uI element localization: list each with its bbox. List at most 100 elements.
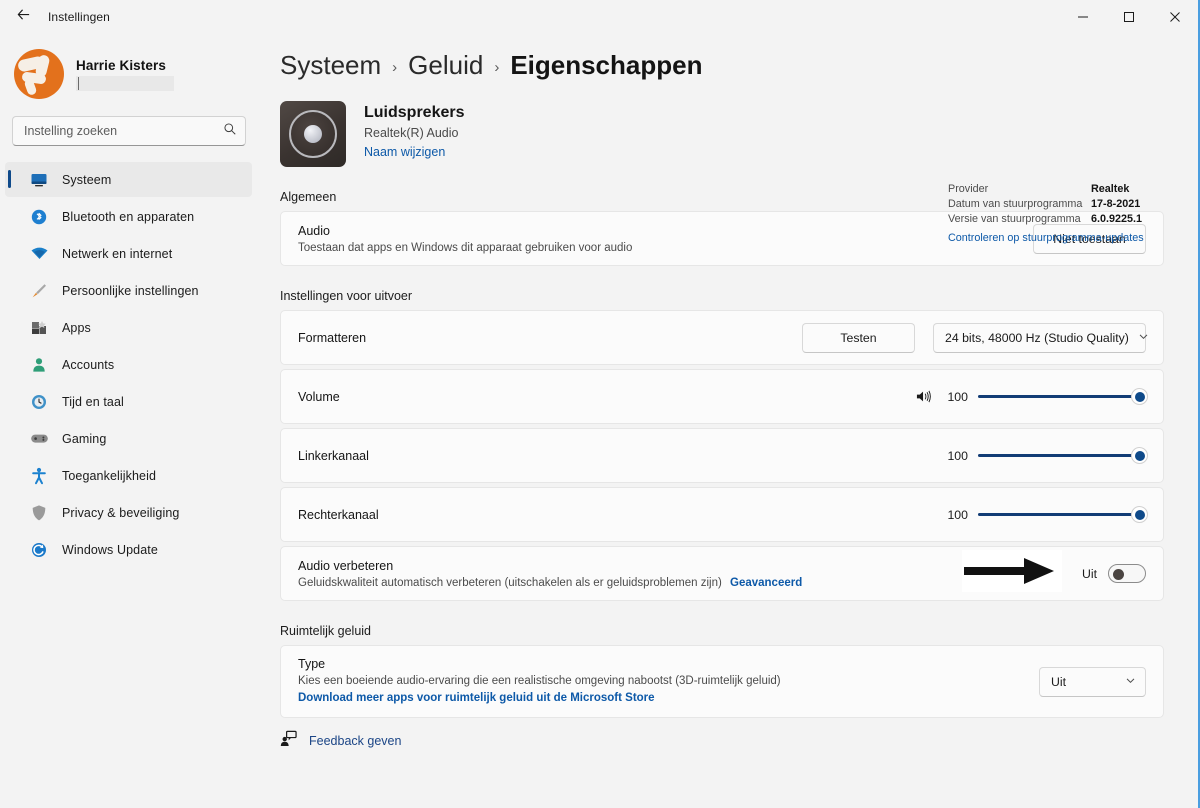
- sidebar-item-label: Apps: [62, 320, 91, 335]
- avatar: [14, 49, 64, 99]
- section-title-uitvoer: Instellingen voor uitvoer: [280, 289, 413, 303]
- driver-date-label: Datum van stuurprogramma: [948, 198, 1083, 210]
- breadcrumb-item-eigenschappen: Eigenschappen: [510, 49, 703, 80]
- test-button[interactable]: Testen: [802, 322, 915, 353]
- bluetooth-icon: [29, 207, 49, 227]
- gamepad-icon: [29, 429, 49, 449]
- driver-info-row: Datum van stuurprogramma 17-8-2021: [948, 198, 1163, 210]
- device-header: Luidsprekers Realtek(R) Audio Naam wijzi…: [280, 101, 1198, 244]
- arrow-right-annotation: [962, 550, 1062, 592]
- volume-label: Volume: [298, 389, 340, 404]
- left-channel-label: Linkerkanaal: [298, 448, 369, 463]
- audio-card-subtitle: Toestaan dat apps en Windows dit apparaa…: [298, 241, 633, 254]
- window-title: Instellingen: [48, 10, 110, 24]
- title-bar: Instellingen: [0, 0, 1198, 34]
- breadcrumb-item-geluid[interactable]: Geluid: [408, 50, 483, 81]
- sidebar-item-toegankelijkheid[interactable]: Toegankelijkheid: [5, 458, 252, 493]
- speaker-icon: [280, 101, 346, 167]
- search-box[interactable]: [12, 116, 246, 146]
- feedback-label: Feedback geven: [309, 734, 402, 748]
- sidebar-item-label: Windows Update: [62, 542, 158, 557]
- user-profile[interactable]: Harrie Kisters: [0, 34, 262, 102]
- sidebar-item-label: Toegankelijkheid: [62, 468, 157, 483]
- chevron-down-icon: [1138, 331, 1149, 345]
- back-arrow-icon: [16, 7, 31, 27]
- volume-value: 100: [947, 389, 968, 404]
- check-driver-updates-link[interactable]: Controleren op stuurprogramma-updates: [948, 232, 1144, 244]
- search-icon: [223, 122, 237, 141]
- sidebar-item-accounts[interactable]: Accounts: [5, 347, 252, 382]
- driver-version-value: 6.0.9225.1: [1091, 213, 1143, 225]
- sidebar-item-label: Persoonlijke instellingen: [62, 283, 199, 298]
- update-icon: [29, 540, 49, 560]
- spatial-type-label: Type: [298, 657, 326, 671]
- search-input[interactable]: [24, 124, 223, 138]
- audio-enhancements-card: Audio verbeteren Geluidskwaliteit automa…: [280, 546, 1164, 601]
- sidebar-item-persoonlijke-instellingen[interactable]: Persoonlijke instellingen: [5, 273, 252, 308]
- device-name: Luidsprekers: [364, 104, 465, 121]
- shield-icon: [29, 503, 49, 523]
- chevron-down-icon: [1125, 675, 1136, 689]
- right-channel-slider[interactable]: [978, 506, 1148, 524]
- left-channel-value: 100: [947, 448, 968, 463]
- section-title-ruimtelijk-geluid: Ruimtelijk geluid: [280, 624, 372, 638]
- sidebar-item-privacy-beveiliging[interactable]: Privacy & beveiliging: [5, 495, 252, 530]
- spatial-type-dropdown[interactable]: Uit: [1039, 666, 1146, 697]
- advanced-link[interactable]: Geavanceerd: [730, 577, 802, 589]
- close-button[interactable]: [1152, 0, 1198, 34]
- format-dropdown[interactable]: 24 bits, 48000 Hz (Studio Quality): [933, 322, 1149, 353]
- driver-provider-label: Provider: [948, 183, 989, 195]
- device-subtitle: Realtek(R) Audio: [364, 126, 459, 140]
- profile-name: Harrie Kisters: [76, 57, 166, 73]
- driver-date-value: 17-8-2021: [1091, 198, 1141, 210]
- driver-provider-value: Realtek: [1091, 183, 1130, 195]
- maximize-button[interactable]: [1106, 0, 1152, 34]
- window-controls: [1060, 0, 1198, 34]
- profile-email-redacted: [76, 75, 174, 91]
- left-channel-card: Linkerkanaal 100: [280, 428, 1164, 483]
- sidebar-item-windows-update[interactable]: Windows Update: [5, 532, 252, 567]
- sidebar-item-label: Netwerk en internet: [62, 246, 173, 261]
- minimize-button[interactable]: [1060, 0, 1106, 34]
- sidebar-item-label: Gaming: [62, 431, 107, 446]
- sidebar-item-label: Bluetooth en apparaten: [62, 209, 195, 224]
- sidebar-item-label: Accounts: [62, 357, 115, 372]
- sidebar-item-netwerk[interactable]: Netwerk en internet: [5, 236, 252, 271]
- settings-window: Instellingen Harrie Kisters Instelling z…: [0, 0, 1200, 808]
- accessibility-icon: [29, 466, 49, 486]
- left-channel-slider[interactable]: [978, 447, 1148, 465]
- audio-enhancements-toggle[interactable]: [1108, 564, 1146, 583]
- sidebar-item-label: Privacy & beveiliging: [62, 505, 180, 520]
- breadcrumb-separator: ›: [392, 58, 398, 76]
- format-label: Formatteren: [298, 330, 367, 345]
- back-button[interactable]: [6, 1, 40, 33]
- paintbrush-icon: [29, 281, 49, 301]
- sidebar-item-label: Tijd en taal: [62, 394, 124, 409]
- spatial-type-value: Uit: [1051, 674, 1067, 689]
- audio-card-title: Audio: [298, 223, 330, 238]
- volume-slider[interactable]: [978, 388, 1148, 406]
- sidebar-nav: Systeem Bluetooth en apparaten Netwerk e…: [0, 162, 262, 567]
- format-card: Formatteren Testen 24 bits, 48000 Hz (St…: [280, 310, 1164, 365]
- feedback-icon: [280, 730, 297, 752]
- person-icon: [29, 355, 49, 375]
- breadcrumb: Systeem › Geluid › Eigenschappen: [280, 44, 1198, 86]
- sidebar: Harrie Kisters Instelling zoeken Systeem…: [0, 34, 262, 808]
- microsoft-store-link[interactable]: Download meer apps voor ruimtelijk gelui…: [298, 692, 655, 704]
- sidebar-item-tijd-en-taal[interactable]: Tijd en taal: [5, 384, 252, 419]
- driver-info-row: Provider Realtek: [948, 183, 1163, 195]
- sidebar-item-apps[interactable]: Apps: [5, 310, 252, 345]
- volume-card: Volume 100: [280, 369, 1164, 424]
- rename-device-link[interactable]: Naam wijzigen: [364, 145, 445, 159]
- breadcrumb-item-systeem[interactable]: Systeem: [280, 50, 381, 81]
- sidebar-item-bluetooth[interactable]: Bluetooth en apparaten: [5, 199, 252, 234]
- driver-info-row: Versie van stuurprogramma 6.0.9225.1: [948, 213, 1163, 225]
- content-pane: Systeem › Geluid › Eigenschappen Luidspr…: [262, 34, 1198, 808]
- right-channel-card: Rechterkanaal 100: [280, 487, 1164, 542]
- right-channel-label: Rechterkanaal: [298, 507, 379, 522]
- breadcrumb-separator: ›: [494, 58, 500, 76]
- sidebar-item-systeem[interactable]: Systeem: [5, 162, 252, 197]
- sidebar-item-gaming[interactable]: Gaming: [5, 421, 252, 456]
- feedback-link[interactable]: Feedback geven: [280, 730, 1198, 752]
- monitor-icon: [29, 170, 49, 190]
